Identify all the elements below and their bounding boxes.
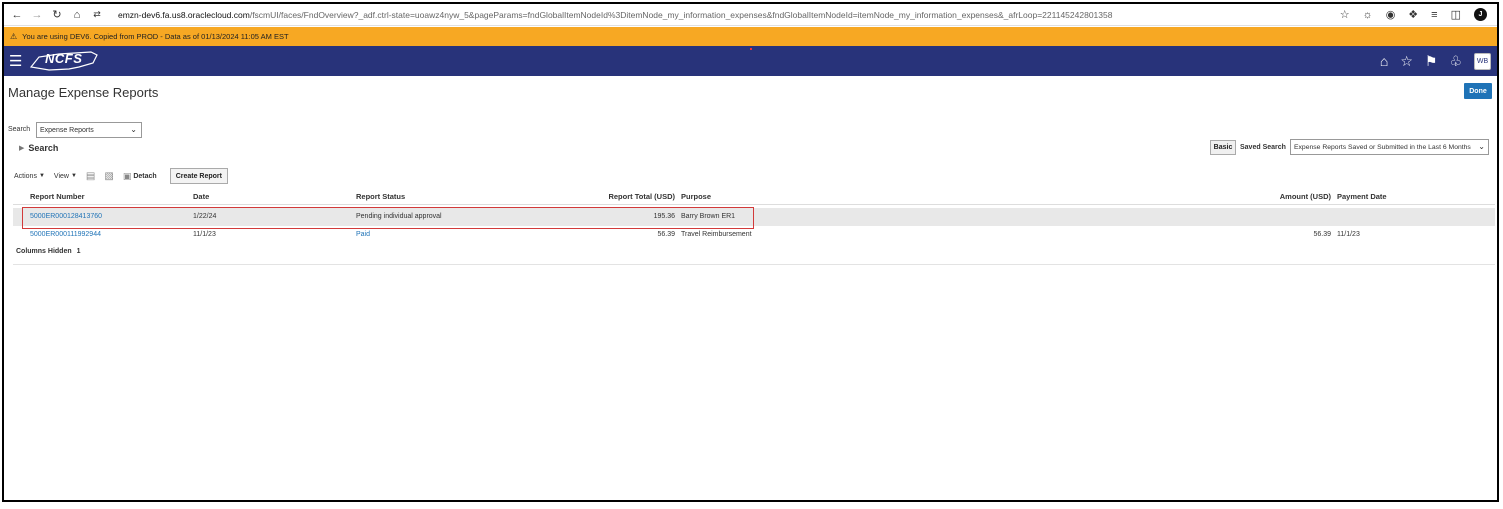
detach-label: Detach [133,172,157,180]
report-amount: 56.39 [1313,231,1331,238]
basic-search-button[interactable]: Basic [1210,140,1236,155]
search-type-value: Expense Reports [40,126,94,134]
back-icon[interactable]: ← [10,8,24,22]
actions-menu[interactable]: Actions ▼ [14,173,45,180]
site-settings-icon[interactable]: ⇄ [90,8,104,22]
report-purpose: Barry Brown ER1 [681,213,736,220]
table-row[interactable]: 5000ER000128413760 1/22/24 Pending indiv… [13,208,1495,226]
notifications-bell-icon[interactable]: ♧ [1449,53,1462,70]
url-path: /fscmUI/faces/FndOverview?_adf.ctrl-stat… [249,9,1113,20]
chevron-down-icon: ⌄ [1478,142,1485,151]
screenshot-frame: ← → ↻ ⌂ ⇄ emzn-dev6.fa.us8.oraclecloud.c… [2,2,1499,502]
hamburger-menu-icon[interactable]: ☰ [9,52,23,70]
header-date[interactable]: Date [193,192,209,201]
freeze-icon[interactable]: ▤ [86,171,95,182]
expand-triangle-icon: ▶ [19,145,25,152]
search-label: Search [8,126,31,133]
page-title: Manage Expense Reports [8,85,159,100]
cursor-marker [750,48,752,50]
puzzle-icon[interactable]: ❖ [1408,8,1418,21]
saved-search-select[interactable]: Expense Reports Saved or Submitted in th… [1290,139,1489,155]
chevron-down-icon: ⌄ [130,125,137,134]
forward-icon[interactable]: → [30,8,44,22]
header-payment-date[interactable]: Payment Date [1337,192,1387,201]
user-avatar[interactable]: WB [1474,52,1491,70]
table-toolbar: Actions ▼ View ▼ ▤ ▧ ▣ Detach Create Rep… [14,167,228,185]
report-status-link[interactable]: Paid [356,231,370,238]
report-total: 56.39 [657,231,675,238]
address-bar[interactable]: emzn-dev6.fa.us8.oraclecloud.com/fscmUI/… [118,10,1340,20]
table-row[interactable]: 5000ER000111992944 11/1/23 Paid 56.39 Tr… [13,226,1495,244]
reading-list-icon[interactable]: ≡ [1431,9,1437,21]
detach-button[interactable]: ▣ Detach [123,171,157,182]
header-amount[interactable]: Amount (USD) [1243,192,1331,201]
create-report-button[interactable]: Create Report [169,168,228,184]
header-report-total[interactable]: Report Total (USD) [573,192,675,201]
report-number-link[interactable]: 5000ER000128413760 [30,213,102,220]
expense-reports-table: Report Number Date Report Status Report … [13,187,1495,265]
columns-hidden-label: Columns Hidden [16,248,72,255]
detach-icon: ▣ [122,170,132,181]
report-payment-date: 11/1/23 [1337,231,1360,238]
warning-icon: ⚠ [10,32,18,41]
report-number-link[interactable]: 5000ER000111992944 [30,231,101,238]
report-status: Pending individual approval [356,213,442,220]
done-button[interactable]: Done [1464,83,1492,99]
saved-search-value: Expense Reports Saved or Submitted in th… [1294,143,1471,151]
header-report-status[interactable]: Report Status [356,192,405,201]
view-label: View [53,172,69,180]
columns-hidden-indicator: Columns Hidden 1 [16,248,80,255]
report-total: 195.36 [653,213,675,220]
reload-icon[interactable]: ↻ [50,8,64,22]
header-report-number[interactable]: Report Number [30,192,85,201]
bookmark-star-icon[interactable]: ☆ [1340,8,1350,21]
extension-circle-icon[interactable]: ◉ [1386,8,1396,21]
browser-toolbar: ← → ↻ ⌂ ⇄ emzn-dev6.fa.us8.oraclecloud.c… [4,4,1497,26]
app-header: ☰ NCFS ⌂ ☆ ⚑ ♧ WB [4,46,1497,76]
caret-down-icon: ▼ [70,173,77,179]
search-panel-toggle[interactable]: ▶ Search [19,143,58,153]
url-host: emzn-dev6.fa.us8.oraclecloud.com [118,9,250,20]
side-panel-icon[interactable]: ◫ [1451,8,1461,21]
caret-down-icon: ▼ [38,173,45,179]
environment-banner: ⚠ You are using DEV6. Copied from PROD -… [4,27,1497,46]
banner-text: You are using DEV6. Copied from PROD - D… [22,32,289,41]
favorites-icon[interactable]: ☆ [1400,53,1413,70]
search-type-select[interactable]: Expense Reports ⌄ [36,122,142,138]
report-date: 1/22/24 [193,213,217,220]
report-date: 11/1/23 [193,231,216,238]
columns-hidden-count: 1 [76,248,81,255]
saved-search-label: Saved Search [1240,144,1286,151]
wrap-icon[interactable]: ▧ [104,171,113,182]
table-header: Report Number Date Report Status Report … [13,187,1495,205]
report-purpose: Travel Reimbursement [681,231,752,238]
home-nav-icon[interactable]: ⌂ [1380,53,1388,69]
extension-icon[interactable]: ☼ [1363,9,1373,21]
ncfs-logo[interactable]: NCFS [29,49,99,73]
view-menu[interactable]: View ▼ [54,173,77,180]
flag-icon[interactable]: ⚑ [1425,53,1438,70]
logo-text: NCFS [45,51,83,66]
search-toggle-label: Search [28,143,59,153]
profile-avatar[interactable]: J [1474,8,1487,21]
actions-label: Actions [14,172,37,180]
header-purpose[interactable]: Purpose [681,192,711,201]
home-icon[interactable]: ⌂ [70,8,84,22]
